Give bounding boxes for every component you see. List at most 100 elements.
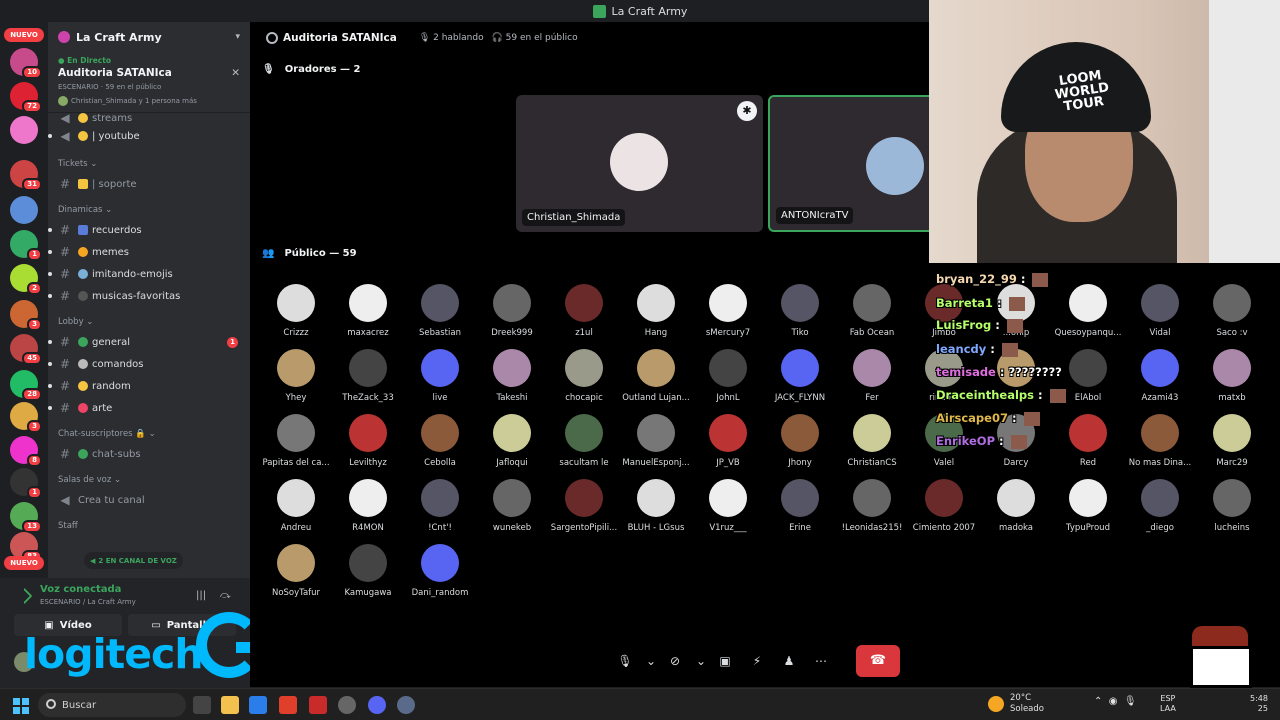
audience-member[interactable]: !Cnt'!: [404, 479, 476, 533]
channel-comandos[interactable]: # comandos: [48, 353, 250, 375]
channel-arte[interactable]: # arte: [48, 397, 250, 419]
channel-general[interactable]: # general 1: [48, 331, 250, 353]
app-icon[interactable]: [309, 696, 327, 714]
audience-member[interactable]: Fer: [836, 349, 908, 403]
server-icon[interactable]: 2: [10, 264, 42, 295]
chevron-down-icon[interactable]: ⌄: [646, 654, 656, 668]
server-icon[interactable]: 3: [10, 402, 42, 433]
channel-musicas-favoritas[interactable]: # musicas-favoritas: [48, 285, 250, 307]
task-view-icon[interactable]: [193, 696, 211, 714]
camera-off-icon[interactable]: ⊘: [664, 654, 686, 668]
channel-soporte[interactable]: # | soporte: [48, 173, 250, 195]
audience-member[interactable]: TypuProud: [1052, 479, 1124, 533]
category-lobby[interactable]: Lobby ⌄: [48, 313, 250, 331]
audience-member[interactable]: sMercury7: [692, 284, 764, 338]
channel-random[interactable]: # random: [48, 375, 250, 397]
audience-member[interactable]: madoka: [980, 479, 1052, 533]
system-tray[interactable]: ⌃ ◉ 🎙: [1094, 696, 1137, 707]
speaker-tile[interactable]: ✱ Christian_Shimada: [516, 95, 763, 232]
audience-member[interactable]: JACK_FLYNN: [764, 349, 836, 403]
audience-member[interactable]: TheZack_33: [332, 349, 404, 403]
audience-member[interactable]: NoSoyTafur: [260, 544, 332, 598]
audience-member[interactable]: Fab Ocean: [836, 284, 908, 338]
clock[interactable]: 5:48 25: [1250, 694, 1268, 714]
audience-member[interactable]: JohnL: [692, 349, 764, 403]
audience-member[interactable]: BLUH - LGsus: [620, 479, 692, 533]
audience-member[interactable]: R4MON: [332, 479, 404, 533]
audience-member[interactable]: No mas Dina...: [1124, 414, 1196, 468]
server-icon[interactable]: 45: [10, 334, 42, 365]
audience-member[interactable]: V1ruz___: [692, 479, 764, 533]
audience-member[interactable]: Outland Lujan...: [620, 349, 692, 403]
audience-member[interactable]: Marc29: [1196, 414, 1268, 468]
audience-member[interactable]: !Leonidas215!: [836, 479, 908, 533]
audience-member[interactable]: live: [404, 349, 476, 403]
voice-status[interactable]: Voz conectada: [40, 584, 121, 595]
channel-memes[interactable]: # memes: [48, 241, 250, 263]
audience-member[interactable]: sacultam le: [548, 414, 620, 468]
signal-icon[interactable]: [15, 587, 33, 605]
audience-member[interactable]: Erine: [764, 479, 836, 533]
server-icon[interactable]: [10, 196, 38, 224]
audience-member[interactable]: _diego: [1124, 479, 1196, 533]
app-icon[interactable]: [338, 696, 356, 714]
category-staff[interactable]: Staff: [48, 517, 250, 535]
more-icon[interactable]: ⋯: [810, 654, 832, 668]
server-icon[interactable]: 8: [10, 436, 42, 467]
audience-member[interactable]: Jafloqui: [476, 414, 548, 468]
voice-users-pill[interactable]: ◀ 2 EN CANAL DE VOZ: [84, 552, 183, 569]
windows-start-icon[interactable]: [13, 698, 29, 714]
brave-icon[interactable]: [279, 696, 297, 714]
server-icon[interactable]: 13: [10, 502, 42, 533]
channel-imitando-emojis[interactable]: # imitando-emojis: [48, 263, 250, 285]
audience-member[interactable]: lucheins: [1196, 479, 1268, 533]
audience-member[interactable]: Papitas del ca...: [260, 414, 332, 468]
audience-member[interactable]: SargentoPipili...: [548, 479, 620, 533]
audience-member[interactable]: Jhony: [764, 414, 836, 468]
audience-member[interactable]: Andreu: [260, 479, 332, 533]
screen-share-icon[interactable]: ▣: [714, 654, 736, 668]
leave-call-button[interactable]: ☎: [856, 645, 900, 677]
audience-member[interactable]: Cebolla: [404, 414, 476, 468]
server-icon[interactable]: [10, 116, 38, 144]
server-icon[interactable]: 3: [10, 300, 42, 331]
audience-member[interactable]: Dani_random: [404, 544, 476, 598]
store-icon[interactable]: [249, 696, 267, 714]
audience-member[interactable]: Vidal: [1124, 284, 1196, 338]
audience-member[interactable]: Saco :v: [1196, 284, 1268, 338]
pin-icon[interactable]: ✱: [737, 101, 757, 121]
audience-member[interactable]: wunekeb: [476, 479, 548, 533]
audience-member[interactable]: Hang: [620, 284, 692, 338]
audience-member[interactable]: Levilthyz: [332, 414, 404, 468]
category-chat-suscriptores[interactable]: Chat-suscriptores 🔒 ⌄: [48, 425, 250, 443]
invite-icon[interactable]: ♟: [778, 654, 800, 668]
server-header[interactable]: La Craft Army ▾: [48, 22, 250, 52]
weather-widget[interactable]: 20°C Soleado: [988, 693, 1044, 715]
server-icon[interactable]: 28: [10, 370, 42, 401]
category-salas-de-voz[interactable]: Salas de voz ⌄: [48, 471, 250, 489]
audience-member[interactable]: JP_VB: [692, 414, 764, 468]
chevron-down-icon[interactable]: ▾: [235, 32, 240, 42]
category-tickets[interactable]: Tickets ⌄: [48, 155, 250, 173]
audience-member[interactable]: Quesoypanqu...: [1052, 284, 1124, 338]
channel-recuerdos[interactable]: # recuerdos: [48, 219, 250, 241]
audience-member[interactable]: ChristianCS: [836, 414, 908, 468]
audience-member[interactable]: Yhey: [260, 349, 332, 403]
audience-member[interactable]: Takeshi: [476, 349, 548, 403]
soundboard-icon[interactable]: |||: [196, 590, 206, 601]
server-icon[interactable]: 1: [10, 230, 42, 261]
close-icon[interactable]: ✕: [231, 67, 240, 79]
audience-member[interactable]: Sebastian: [404, 284, 476, 338]
channel-youtube[interactable]: ◀ | youtube: [48, 125, 250, 147]
disconnect-icon[interactable]: ⤼: [220, 590, 231, 601]
audience-member[interactable]: Azami43: [1124, 349, 1196, 403]
language-indicator[interactable]: ESP LAA: [1160, 694, 1176, 714]
category-dinamicas[interactable]: Dinamicas ⌄: [48, 201, 250, 219]
audience-member[interactable]: Crizzz: [260, 284, 332, 338]
live-stage-panel[interactable]: ● En Directo Auditoria SATANIca ✕ ESCENA…: [48, 52, 250, 113]
server-icon[interactable]: 72: [10, 82, 42, 113]
channel-streams[interactable]: ◀ streams: [48, 111, 250, 125]
discord-icon[interactable]: [368, 696, 386, 714]
audience-member[interactable]: Cimiento 2007: [908, 479, 980, 533]
server-icon[interactable]: 1: [10, 468, 42, 499]
